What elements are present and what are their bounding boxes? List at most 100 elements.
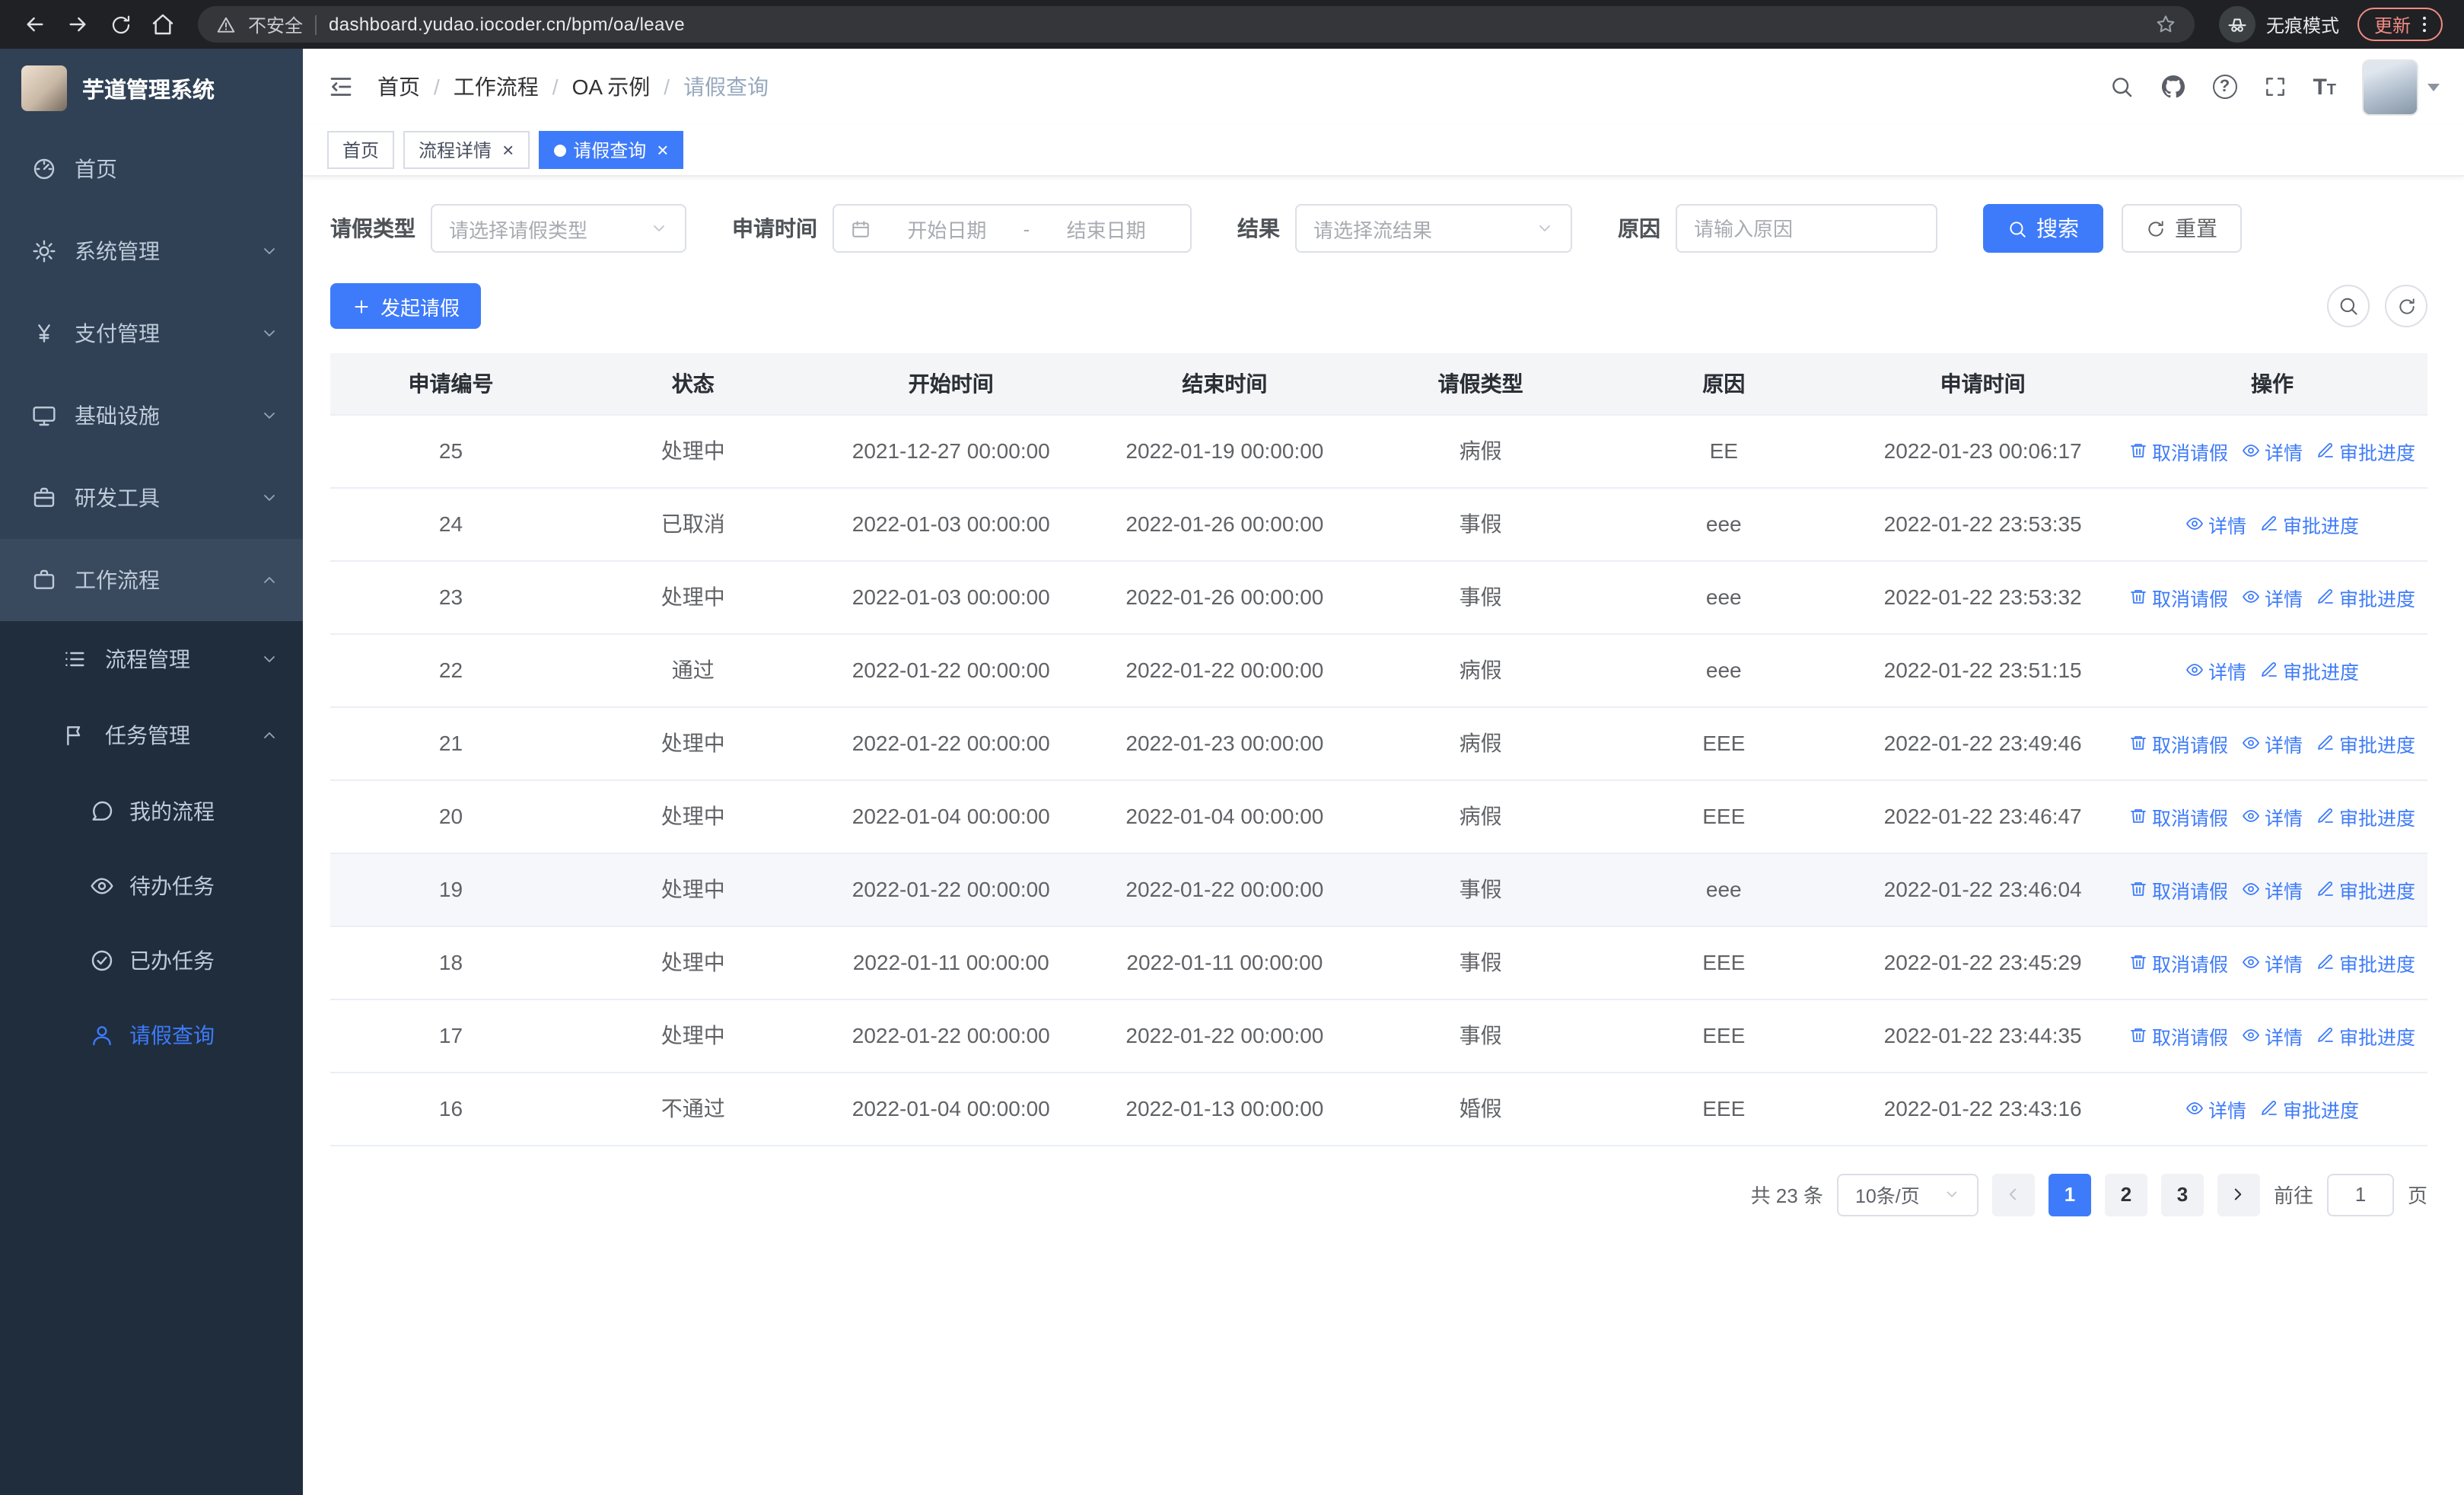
reason-input[interactable]	[1694, 217, 1919, 240]
update-button[interactable]: 更新	[2357, 8, 2443, 41]
search-icon[interactable]	[2109, 75, 2133, 99]
browser-back-icon[interactable]	[15, 5, 55, 44]
cell-start: 2022-01-04 00:00:00	[814, 1072, 1087, 1146]
cell-actions: 取消请假 详情 审批进度	[2117, 926, 2427, 999]
sidebar-item-my-process[interactable]: 我的流程	[0, 773, 303, 848]
github-icon[interactable]	[2159, 73, 2186, 100]
menu-dots-icon[interactable]	[2414, 14, 2435, 35]
action-cancel[interactable]: 取消请假	[2129, 728, 2228, 757]
search-button[interactable]: 搜索	[1983, 204, 2103, 253]
breadcrumb-item[interactable]: 首页	[377, 72, 420, 102]
table-row: 18 处理中 2022-01-11 00:00:00 2022-01-11 00:00…	[330, 926, 2427, 999]
cell-applied: 2022-01-22 23:49:46	[1848, 706, 2117, 780]
collapse-sidebar-icon[interactable]	[327, 73, 355, 100]
action-progress[interactable]: 审批进度	[2316, 875, 2415, 904]
tab-process-detail[interactable]: 流程详情 ×	[403, 131, 530, 169]
action-progress[interactable]: 审批进度	[2316, 728, 2415, 757]
action-cancel[interactable]: 取消请假	[2129, 436, 2228, 465]
sidebar-item-leave-query[interactable]: 请假查询	[0, 997, 303, 1072]
address-bar[interactable]: 不安全 dashboard.yudao.iocoder.cn/bpm/oa/le…	[198, 6, 2195, 43]
action-progress[interactable]: 审批进度	[2316, 582, 2415, 611]
action-progress[interactable]: 审批进度	[2316, 948, 2415, 977]
cell-end: 2022-01-26 00:00:00	[1087, 487, 1362, 561]
action-cancel[interactable]: 取消请假	[2129, 875, 2228, 904]
leave-type-select[interactable]: 请选择请假类型	[431, 204, 686, 253]
help-icon[interactable]: ?	[2212, 75, 2237, 99]
row-actions: 详情 审批进度	[2123, 655, 2421, 684]
sidebar-item-home[interactable]: 首页	[0, 128, 303, 210]
cell-type: 病假	[1361, 414, 1600, 488]
table-row: 23 处理中 2022-01-03 00:00:00 2022-01-26 00:00…	[330, 560, 2427, 634]
calendar-icon	[851, 218, 871, 238]
tab-home[interactable]: 首页	[327, 131, 395, 169]
sidebar-item-process-mgmt[interactable]: 流程管理	[0, 621, 303, 697]
action-detail[interactable]: 详情	[2242, 948, 2303, 977]
goto-page-input[interactable]	[2326, 1173, 2394, 1216]
action-detail[interactable]: 详情	[2185, 655, 2246, 684]
cell-reason: EEE	[1599, 999, 1849, 1073]
sidebar-item-todo-tasks[interactable]: 待办任务	[0, 848, 303, 923]
action-progress[interactable]: 审批进度	[2316, 436, 2415, 465]
action-detail[interactable]: 详情	[2185, 509, 2246, 538]
action-detail[interactable]: 详情	[2242, 728, 2303, 757]
browser-home-icon[interactable]	[143, 5, 183, 44]
browser-forward-icon[interactable]	[58, 5, 97, 44]
reason-input-wrap	[1676, 204, 1937, 253]
avatar[interactable]	[2362, 59, 2418, 115]
toggle-search-button[interactable]	[2327, 285, 2370, 327]
cell-applied: 2022-01-22 23:43:16	[1848, 1072, 2117, 1146]
eye-icon	[2242, 734, 2260, 752]
page-button-1[interactable]: 1	[2048, 1173, 2091, 1216]
cell-end: 2022-01-23 00:00:00	[1087, 706, 1362, 780]
refresh-table-button[interactable]	[2385, 285, 2427, 327]
action-detail[interactable]: 详情	[2242, 875, 2303, 904]
breadcrumb-item[interactable]: OA 示例	[572, 72, 651, 102]
page-button-3[interactable]: 3	[2160, 1173, 2204, 1216]
action-progress[interactable]: 审批进度	[2260, 509, 2359, 538]
sidebar-item-payment[interactable]: 支付管理	[0, 292, 303, 375]
action-cancel[interactable]: 取消请假	[2129, 1021, 2228, 1050]
apply-time-range-picker[interactable]: 开始日期 - 结束日期	[832, 204, 1192, 253]
browser-reload-icon[interactable]	[100, 5, 140, 44]
action-cancel[interactable]: 取消请假	[2129, 802, 2228, 830]
next-page-button[interactable]	[2217, 1173, 2260, 1216]
bookmark-star-icon[interactable]	[2155, 14, 2176, 35]
sidebar-item-task-mgmt[interactable]: 任务管理	[0, 697, 303, 773]
action-progress[interactable]: 审批进度	[2316, 802, 2415, 830]
action-detail[interactable]: 详情	[2242, 436, 2303, 465]
page-button-2[interactable]: 2	[2104, 1173, 2147, 1216]
sidebar-item-infra[interactable]: 基础设施	[0, 375, 303, 457]
user-icon	[88, 1022, 114, 1047]
font-size-icon[interactable]: TT	[2313, 74, 2336, 100]
action-cancel[interactable]: 取消请假	[2129, 948, 2228, 977]
eye-icon	[2242, 588, 2260, 606]
tab-leave-query[interactable]: 请假查询 ×	[538, 131, 684, 169]
sidebar-item-workflow[interactable]: 工作流程	[0, 539, 303, 621]
action-progress[interactable]: 审批进度	[2260, 655, 2359, 684]
sidebar-item-devtools[interactable]: 研发工具	[0, 457, 303, 539]
prev-page-button[interactable]	[1991, 1173, 2035, 1216]
sidebar-menu: 首页 系统管理 支付管理 基础设施 研发工具 工作流程	[0, 128, 303, 621]
trash-icon	[2129, 441, 2147, 460]
action-detail[interactable]: 详情	[2242, 1021, 2303, 1050]
fullscreen-icon[interactable]	[2262, 75, 2287, 99]
sidebar-item-done-tasks[interactable]: 已办任务	[0, 923, 303, 997]
action-detail[interactable]: 详情	[2242, 582, 2303, 611]
action-progress[interactable]: 审批进度	[2316, 1021, 2415, 1050]
reset-button[interactable]: 重置	[2122, 204, 2242, 253]
sidebar-item-label: 任务管理	[105, 723, 190, 748]
page-size-select[interactable]: 10条/页	[1836, 1173, 1979, 1216]
close-icon[interactable]: ×	[657, 140, 668, 160]
create-leave-button[interactable]: 发起请假	[330, 283, 482, 329]
action-progress[interactable]: 审批进度	[2260, 1094, 2359, 1123]
close-icon[interactable]: ×	[502, 140, 514, 160]
sidebar-item-system[interactable]: 系统管理	[0, 210, 303, 292]
total-count: 共 23 条	[1750, 1184, 1823, 1207]
breadcrumb-item[interactable]: 工作流程	[454, 72, 539, 102]
result-select[interactable]: 请选择流结果	[1295, 204, 1572, 253]
user-menu[interactable]	[2362, 59, 2440, 115]
action-cancel[interactable]: 取消请假	[2129, 582, 2228, 611]
filter-form: 请假类型 请选择请假类型 申请时间 开始日期 - 结束日期 结果 请选择流结果 …	[330, 204, 2427, 253]
action-detail[interactable]: 详情	[2185, 1094, 2246, 1123]
action-detail[interactable]: 详情	[2242, 802, 2303, 830]
